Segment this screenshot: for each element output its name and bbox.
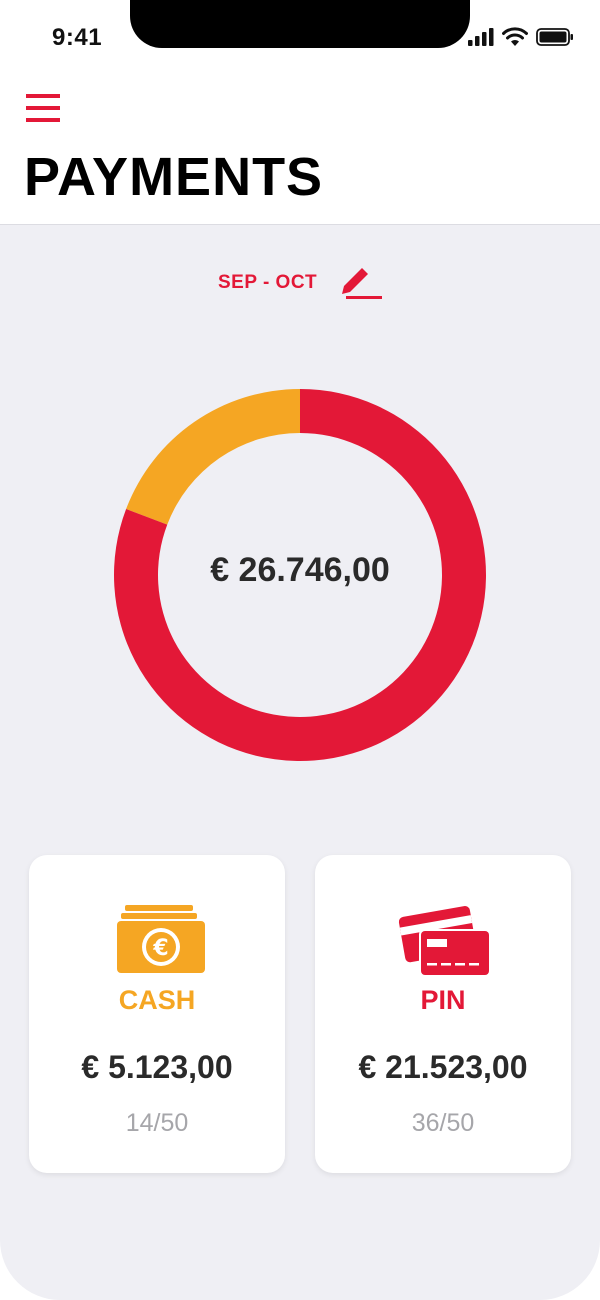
notch xyxy=(130,0,470,48)
cash-amount: € 5.123,00 xyxy=(81,1049,233,1085)
cash-card[interactable]: € CASH € 5.123,00 14/50 xyxy=(29,855,285,1173)
svg-text:€: € xyxy=(152,936,168,961)
hamburger-icon xyxy=(26,94,60,122)
status-icons xyxy=(468,27,574,46)
total-amount: € 26.746,00 xyxy=(210,551,390,589)
app-header: PAYMENTS xyxy=(0,80,600,224)
pin-card[interactable]: PIN € 21.523,00 36/50 xyxy=(315,855,571,1173)
status-bar: 9:41 xyxy=(0,0,600,80)
donut-slice-cash xyxy=(126,389,300,525)
pin-amount: € 21.523,00 xyxy=(358,1049,528,1085)
page-title: PAYMENTS xyxy=(24,147,324,207)
battery-icon xyxy=(536,27,573,46)
edit-period-button[interactable] xyxy=(336,261,386,301)
cash-icon: € xyxy=(107,901,207,981)
cash-label: CASH xyxy=(118,985,196,1015)
cash-count: 14/50 xyxy=(125,1109,189,1137)
payments-donut-chart: € 26.746,00 xyxy=(100,375,500,775)
phone-frame: 9:41 PAYMENTS SEP - OCT € 26.746,00 € CA… xyxy=(0,0,600,1300)
pin-count: 36/50 xyxy=(411,1109,475,1137)
status-time: 9:41 xyxy=(52,24,103,51)
card-icon xyxy=(393,901,493,981)
pin-label: PIN xyxy=(420,985,466,1015)
pencil-icon xyxy=(342,268,382,299)
menu-button[interactable] xyxy=(24,92,64,124)
main-content: SEP - OCT € 26.746,00 € CASH € 5.123,00 … xyxy=(0,224,600,1300)
period-label[interactable]: SEP - OCT xyxy=(218,272,317,294)
signal-icon xyxy=(468,27,494,46)
period-selector: SEP - OCT xyxy=(0,261,600,301)
wifi-icon xyxy=(502,27,528,46)
